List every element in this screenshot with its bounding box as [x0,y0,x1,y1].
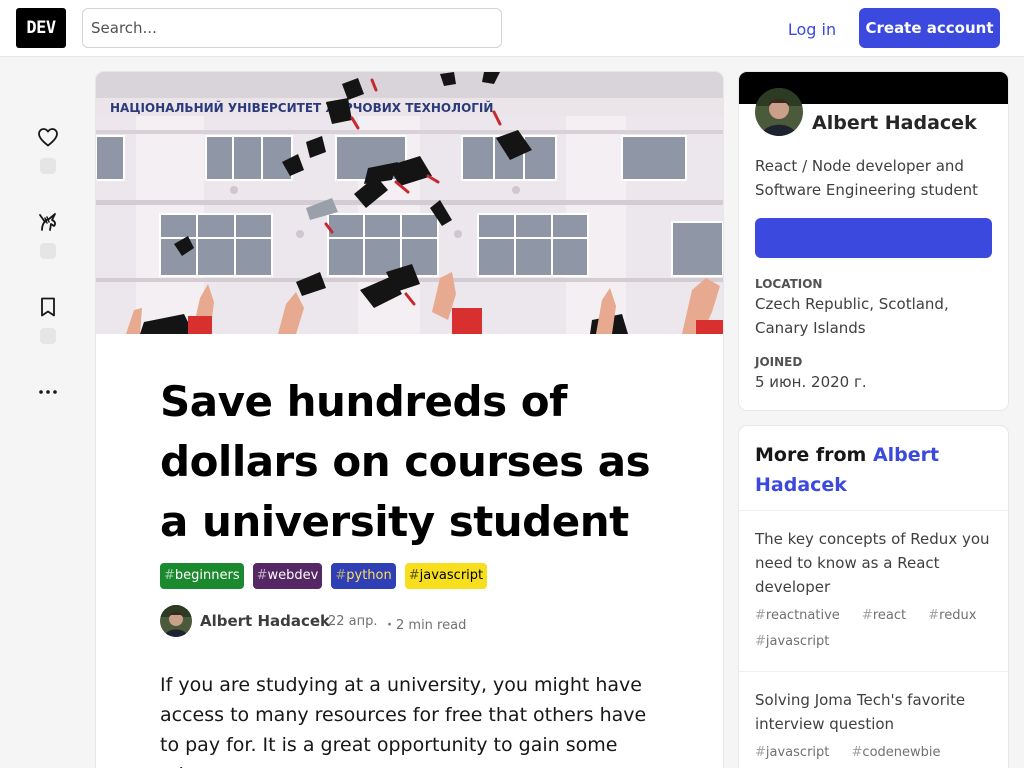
post-tag[interactable]: #codenewbie [852,745,950,760]
login-link[interactable]: Log in [776,9,848,49]
post-title[interactable]: The key concepts of Redux you need to kn… [755,527,995,599]
post-tag[interactable]: #javascript [755,634,838,649]
more-horizontal-icon [39,390,57,394]
heart-reaction-button[interactable] [34,123,62,151]
tag-label: webdev [267,568,319,583]
more-from-prefix: More from [755,444,873,466]
article-author-meta: Albert Hadacek 22 апр. ・2 min read [160,604,680,638]
tag-python[interactable]: #python [331,563,396,589]
tag-hash: # [256,568,268,583]
location-value: Czech Republic, Scotland, Canary Islands [755,295,949,337]
heart-reaction-count [40,158,56,174]
unicorn-reaction-count [40,243,56,259]
top-navigation-bar: DEV Log in Create account [0,0,1024,57]
post-tag[interactable]: #redux [928,608,985,623]
bookmark-icon [41,297,55,317]
tag-javascript[interactable]: #javascript [404,563,488,589]
profile-name[interactable]: Albert Hadacek [812,112,977,134]
list-item[interactable]: Solving Joma Tech's favorite interview q… [755,688,995,766]
article-card: НАЦІОНАЛЬНИЙ УНІВЕРСИТЕТ ХАРЧОВИХ ТЕХНОЛ… [96,72,723,768]
building-sign: НАЦІОНАЛЬНИЙ УНІВЕРСИТЕТ ХАРЧОВИХ ТЕХНОЛ… [110,100,493,115]
post-tags: #javascript #codenewbie [755,740,995,766]
tag-label: python [346,568,392,583]
read-time: ・2 min read [383,618,467,633]
create-account-button[interactable]: Create account [859,8,1000,48]
more-from-author-card: More from Albert Hadacek The key concept… [739,426,1008,768]
list-item[interactable]: The key concepts of Redux you need to kn… [755,527,995,655]
post-tags: #reactnative #react #redux #javascript [755,603,995,655]
author-name[interactable]: Albert Hadacek [200,612,330,630]
divider [739,510,1008,511]
unicorn-icon [39,213,56,231]
post-tag[interactable]: #react [862,608,915,623]
divider [739,671,1008,672]
tag-hash: # [408,568,420,583]
unicorn-reaction-button[interactable] [34,208,62,236]
profile-avatar[interactable] [755,88,803,136]
joined-label: JOINED [755,355,803,369]
heart-icon [38,128,58,147]
cover-image: НАЦІОНАЛЬНИЙ УНІВЕРСИТЕТ ХАРЧОВИХ ТЕХНОЛ… [96,72,723,334]
tag-webdev[interactable]: #webdev [252,563,323,589]
article-body: If you are studying at a university, you… [160,674,647,768]
post-title[interactable]: Solving Joma Tech's favorite interview q… [755,688,995,736]
post-tag[interactable]: #reactnative [755,608,849,623]
joined-value: 5 июн. 2020 г. [755,373,867,391]
bookmark-button[interactable] [34,293,62,321]
tag-label: javascript [419,568,484,583]
more-from-heading: More from Albert Hadacek [755,440,995,500]
tag-hash: # [164,568,175,583]
post-tag[interactable]: #javascript [755,745,838,760]
publish-date: 22 апр. [328,614,378,629]
more-options-button[interactable] [34,378,62,406]
tag-label: beginners [174,568,240,583]
bookmark-count [40,328,56,344]
author-profile-card: Albert Hadacek React / Node developer an… [739,72,1008,410]
author-avatar[interactable] [160,605,192,637]
dev-logo[interactable]: DEV [16,8,66,48]
location-label: LOCATION [755,277,823,291]
profile-bio: React / Node developer and Software Engi… [755,157,979,199]
tag-hash: # [335,568,347,583]
search-input[interactable] [82,8,502,48]
tag-beginners[interactable]: #beginners [160,563,244,589]
article-title: Save hundreds of dollars on courses as a… [160,377,651,546]
follow-button[interactable] [755,218,992,258]
article-tags: #beginners #webdev #python #javascript [160,563,488,589]
